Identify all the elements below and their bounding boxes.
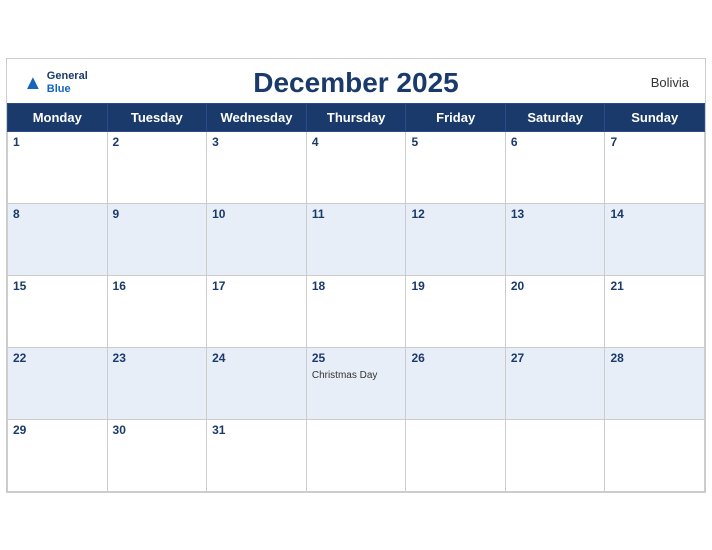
weekday-header-thursday: Thursday bbox=[306, 103, 406, 131]
day-number: 30 bbox=[113, 423, 202, 437]
weekday-header-friday: Friday bbox=[406, 103, 505, 131]
day-number: 6 bbox=[511, 135, 600, 149]
day-cell: 3 bbox=[207, 131, 307, 203]
day-cell bbox=[605, 419, 705, 491]
day-number: 9 bbox=[113, 207, 202, 221]
day-number: 27 bbox=[511, 351, 600, 365]
day-number: 31 bbox=[212, 423, 301, 437]
week-row-2: 89 10 11 12 13 14 bbox=[8, 203, 705, 275]
day-cell: 6 bbox=[505, 131, 605, 203]
day-number: 7 bbox=[610, 135, 699, 149]
week-row-4: 22 23 24 25 Christmas Day 26 27 28 bbox=[8, 347, 705, 419]
day-cell: 31 bbox=[207, 419, 307, 491]
day-cell: 28 bbox=[605, 347, 705, 419]
weekday-header-sunday: Sunday bbox=[605, 103, 705, 131]
day-event: Christmas Day bbox=[312, 370, 378, 381]
day-cell: 9 bbox=[107, 203, 207, 275]
logo-texts: General Blue bbox=[47, 70, 88, 94]
day-number: 1 bbox=[13, 135, 102, 149]
logo-wrapper: ▲ General Blue bbox=[23, 70, 88, 94]
weekday-header-wednesday: Wednesday bbox=[207, 103, 307, 131]
day-cell: 12 bbox=[406, 203, 505, 275]
week-row-1: 1234567 bbox=[8, 131, 705, 203]
day-number: 4 bbox=[312, 135, 401, 149]
calendar-header: ▲ General Blue December 2025 Bolivia bbox=[7, 59, 705, 103]
day-number: 3 bbox=[212, 135, 301, 149]
day-cell: 23 bbox=[107, 347, 207, 419]
weekday-header-monday: Monday bbox=[8, 103, 108, 131]
day-number: 10 bbox=[212, 207, 301, 221]
day-cell: 2 bbox=[107, 131, 207, 203]
day-cell: 21 bbox=[605, 275, 705, 347]
calendar-grid: MondayTuesdayWednesdayThursdayFridaySatu… bbox=[7, 103, 705, 492]
day-cell: 25 Christmas Day bbox=[306, 347, 406, 419]
day-cell: 26 bbox=[406, 347, 505, 419]
day-cell: 13 bbox=[505, 203, 605, 275]
day-number: 2 bbox=[113, 135, 202, 149]
day-number: 18 bbox=[312, 279, 401, 293]
logo-general: General bbox=[47, 70, 88, 82]
day-number: 15 bbox=[13, 279, 102, 293]
day-cell: 14 bbox=[605, 203, 705, 275]
day-cell: 1 bbox=[8, 131, 108, 203]
logo-area: ▲ General Blue bbox=[23, 70, 113, 94]
weekday-header-saturday: Saturday bbox=[505, 103, 605, 131]
day-cell: 8 bbox=[8, 203, 108, 275]
day-cell: 19 bbox=[406, 275, 505, 347]
logo-blue: Blue bbox=[47, 83, 88, 95]
day-number: 23 bbox=[113, 351, 202, 365]
day-number: 12 bbox=[411, 207, 499, 221]
day-number: 25 bbox=[312, 351, 401, 365]
day-number: 17 bbox=[212, 279, 301, 293]
day-number: 21 bbox=[610, 279, 699, 293]
day-cell: 29 bbox=[8, 419, 108, 491]
logo-icon: ▲ bbox=[23, 73, 43, 93]
week-row-5: 29 30 31 bbox=[8, 419, 705, 491]
day-number: 11 bbox=[312, 207, 401, 221]
day-cell: 30 bbox=[107, 419, 207, 491]
day-number: 14 bbox=[610, 207, 699, 221]
day-cell: 5 bbox=[406, 131, 505, 203]
day-number: 16 bbox=[113, 279, 202, 293]
day-cell bbox=[505, 419, 605, 491]
day-number: 22 bbox=[13, 351, 102, 365]
weekday-header-row: MondayTuesdayWednesdayThursdayFridaySatu… bbox=[8, 103, 705, 131]
day-number: 19 bbox=[411, 279, 499, 293]
day-cell: 10 bbox=[207, 203, 307, 275]
day-cell bbox=[306, 419, 406, 491]
day-number: 26 bbox=[411, 351, 499, 365]
day-number: 13 bbox=[511, 207, 600, 221]
calendar-container: ▲ General Blue December 2025 Bolivia Mon… bbox=[6, 58, 706, 493]
month-title: December 2025 bbox=[113, 67, 599, 99]
day-cell: 4 bbox=[306, 131, 406, 203]
day-cell: 15 bbox=[8, 275, 108, 347]
day-cell: 11 bbox=[306, 203, 406, 275]
day-cell bbox=[406, 419, 505, 491]
day-number: 28 bbox=[610, 351, 699, 365]
weekday-header-tuesday: Tuesday bbox=[107, 103, 207, 131]
day-cell: 17 bbox=[207, 275, 307, 347]
day-number: 20 bbox=[511, 279, 600, 293]
day-cell: 20 bbox=[505, 275, 605, 347]
day-number: 29 bbox=[13, 423, 102, 437]
day-cell: 18 bbox=[306, 275, 406, 347]
day-cell: 24 bbox=[207, 347, 307, 419]
day-number: 8 bbox=[13, 207, 102, 221]
week-row-3: 15 16 17 18 19 20 21 bbox=[8, 275, 705, 347]
day-cell: 16 bbox=[107, 275, 207, 347]
country-label: Bolivia bbox=[599, 75, 689, 90]
day-cell: 27 bbox=[505, 347, 605, 419]
day-number: 24 bbox=[212, 351, 301, 365]
day-cell: 7 bbox=[605, 131, 705, 203]
day-number: 5 bbox=[411, 135, 499, 149]
day-cell: 22 bbox=[8, 347, 108, 419]
